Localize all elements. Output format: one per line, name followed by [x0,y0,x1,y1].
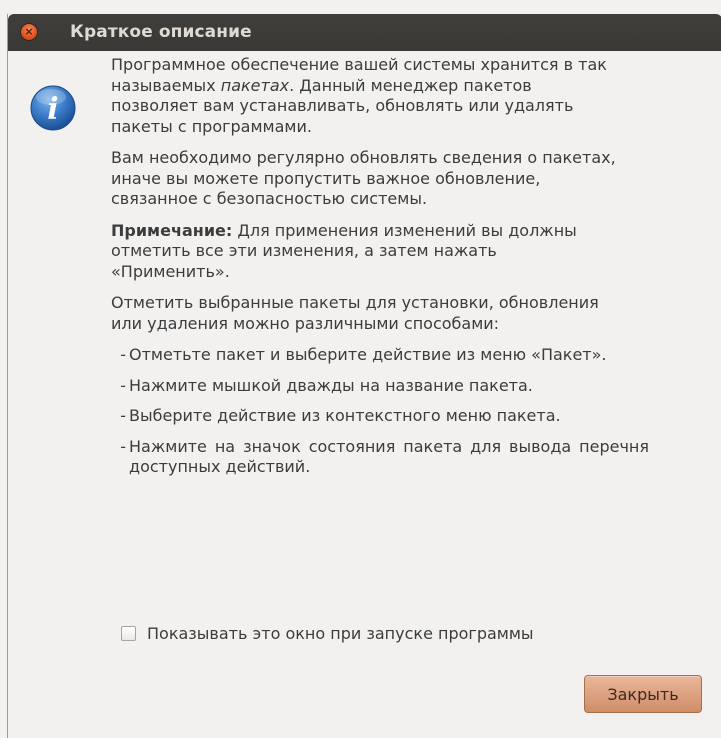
close-button[interactable]: Закрыть [584,675,702,713]
list-item: - Нажмите на значок состояния пакета для … [120,436,649,477]
checkbox-box[interactable] [121,626,136,641]
update-paragraph: Вам необходимо регулярно обновлять сведе… [111,148,616,208]
window-close-icon[interactable]: × [21,24,37,40]
dialog-content: Программное обеспечение вашей системы хр… [111,55,711,488]
note-paragraph: Примечание: Для применения изменений вы … [111,220,577,281]
titlebar: × Краткое описание [8,14,721,51]
intro-paragraph: Программное обеспечение вашей системы хр… [111,55,607,136]
show-on-startup-checkbox[interactable]: Показывать это окно при запуске программ… [121,624,534,643]
list-item: - Нажмите мышкой дважды на название пакет… [120,375,533,395]
checkbox-label: Показывать это окно при запуске программ… [147,624,534,643]
svg-text:i: i [47,92,58,127]
list-item: - Отметьте пакет и выберите действие из м… [120,345,607,364]
info-icon: i [30,85,76,131]
list-item: - Выберите действие из контекстного меню … [120,406,561,425]
methods-paragraph: Отметить выбранные пакеты для установки,… [111,293,599,333]
window-title: Краткое описание [70,22,252,42]
